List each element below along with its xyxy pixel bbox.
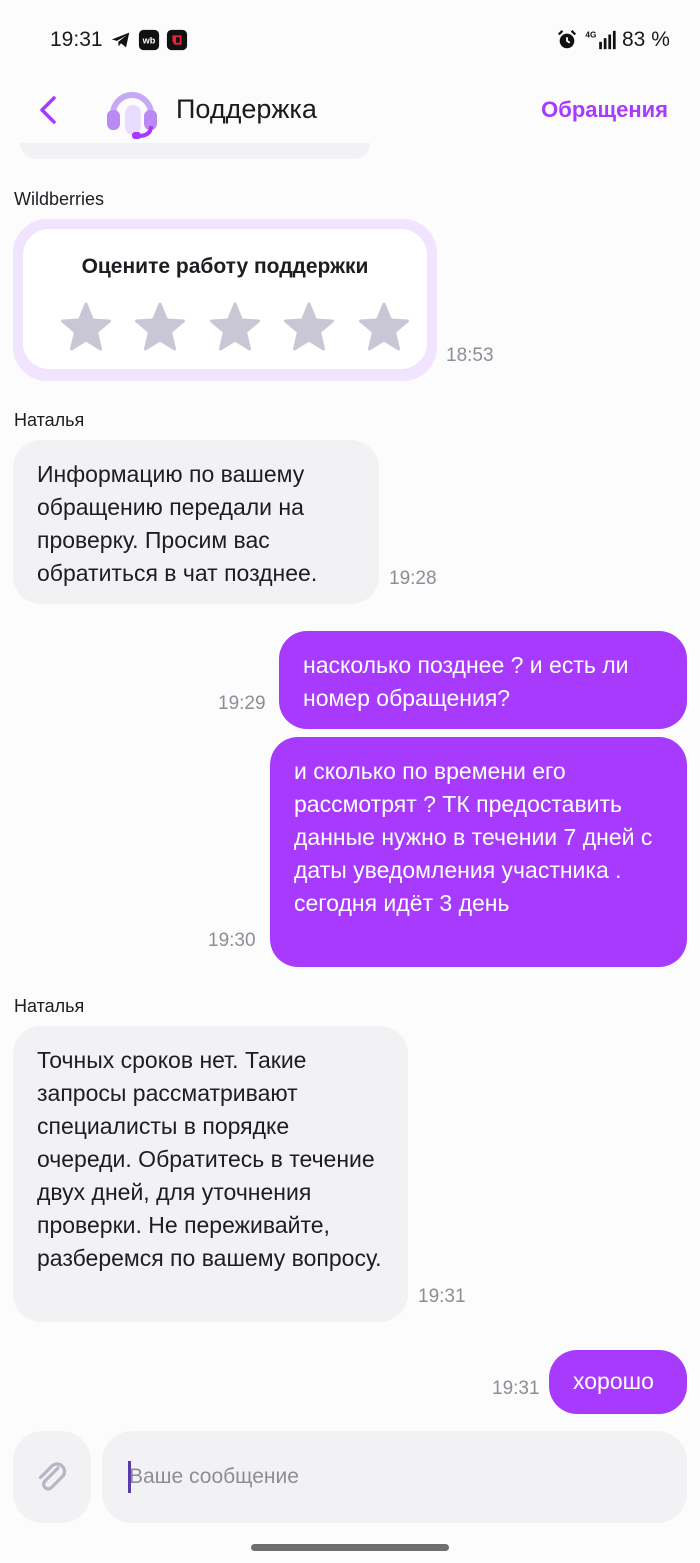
red-app-icon <box>166 29 188 51</box>
star-icon[interactable] <box>282 301 336 355</box>
message-time: 19:28 <box>389 568 437 589</box>
battery-level: 83 % <box>622 28 670 51</box>
chat-header: Поддержка Обращения <box>0 80 700 140</box>
signal-icon: 4G <box>585 30 616 50</box>
message-time: 19:29 <box>218 693 266 714</box>
incoming-message: Информацию по вашему обращению передали … <box>13 440 379 604</box>
status-bar: 19:31 wb 4G 83 % <box>0 0 700 80</box>
svg-text:wb: wb <box>142 36 156 46</box>
previous-message-bubble <box>20 143 370 159</box>
outgoing-message: хорошо <box>549 1350 687 1414</box>
incoming-message: Точных сроков нет. Такие запросы рассмат… <box>13 1026 408 1322</box>
alarm-icon <box>557 30 577 49</box>
text-caret <box>128 1461 131 1493</box>
message-time: 19:30 <box>208 930 256 951</box>
rating-title: Оцените работу поддержки <box>81 255 369 278</box>
wb-app-icon: wb <box>138 29 160 51</box>
back-chevron-icon[interactable] <box>30 90 66 130</box>
attach-button[interactable] <box>13 1431 91 1523</box>
header-title: Поддержка <box>176 94 317 124</box>
svg-text:4G: 4G <box>585 30 596 39</box>
message-input[interactable] <box>102 1431 687 1523</box>
sender-name: Наталья <box>14 410 85 430</box>
star-icon[interactable] <box>59 301 113 355</box>
message-time: 19:31 <box>418 1286 466 1307</box>
message-time: 18:53 <box>446 345 494 366</box>
star-icon[interactable] <box>208 301 262 355</box>
paperclip-icon <box>38 1462 67 1491</box>
home-indicator[interactable] <box>251 1544 449 1551</box>
requests-link[interactable]: Обращения <box>541 97 668 123</box>
rating-card-inner: Оцените работу поддержки <box>23 229 427 369</box>
outgoing-message: насколько позднее ? и есть ли номер обра… <box>279 631 687 729</box>
outgoing-message: и сколько по времени его рассмотрят ? ТК… <box>270 737 687 967</box>
star-icon[interactable] <box>133 301 187 355</box>
sender-name: Wildberries <box>14 189 105 209</box>
status-time: 19:31 <box>50 28 103 51</box>
telegram-icon <box>111 32 130 48</box>
message-time: 19:31 <box>492 1378 540 1399</box>
sender-name: Наталья <box>14 996 85 1016</box>
rating-card: Оцените работу поддержки <box>13 219 437 381</box>
star-icon[interactable] <box>357 301 411 355</box>
headset-icon <box>107 92 157 139</box>
